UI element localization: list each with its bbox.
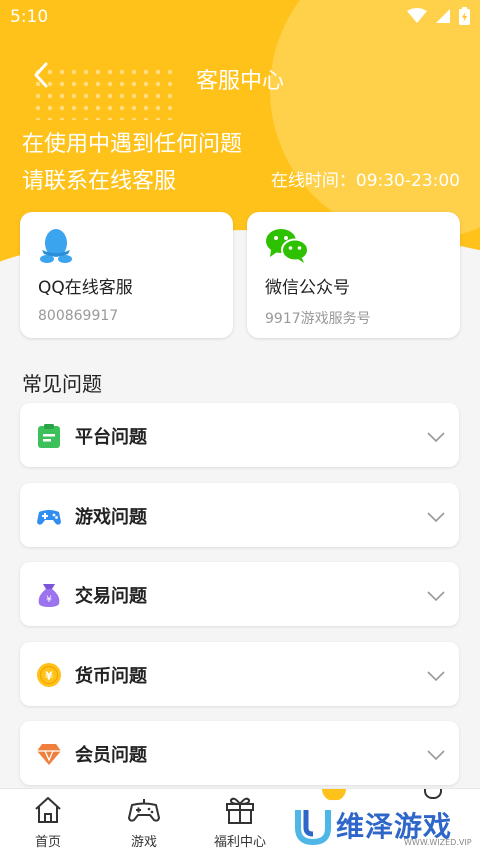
chevron-down-icon	[427, 427, 445, 446]
nav-item-partial-2	[424, 789, 442, 799]
faq-item-label: 游戏问题	[75, 507, 147, 528]
diamond-icon	[36, 741, 62, 767]
home-icon	[8, 793, 88, 827]
faq-item-trade[interactable]: ¥ 交易问题	[20, 562, 459, 626]
faq-item-label: 会员问题	[75, 745, 147, 766]
faq-item-label: 货币问题	[75, 666, 147, 687]
status-bar: 5:10	[0, 0, 480, 34]
nav-label: 福利中心	[213, 835, 266, 850]
battery-icon	[459, 7, 470, 30]
gamepad-icon	[104, 793, 184, 827]
banner-decoration	[270, 0, 480, 240]
chevron-down-icon	[427, 666, 445, 685]
nav-label: 首页	[34, 835, 61, 850]
nav-item-welfare[interactable]: 福利中心	[200, 793, 280, 850]
chevron-down-icon	[427, 745, 445, 764]
qq-icon	[38, 226, 74, 270]
watermark-subtext: WWW.WIZED.VIP	[404, 838, 472, 847]
qq-card-title: QQ在线客服	[38, 278, 133, 298]
faq-item-currency[interactable]: ¥ 货币问题	[20, 642, 459, 706]
watermark-logo-icon	[294, 806, 332, 850]
header-message-line1: 在使用中遇到任何问题	[22, 132, 243, 157]
wechat-card-title: 微信公众号	[265, 278, 350, 298]
faq-item-platform[interactable]: 平台问题	[20, 403, 459, 467]
wechat-account-card[interactable]: 微信公众号 9917游戏服务号	[247, 212, 460, 338]
watermark: 维泽游戏 WWW.WIZED.VIP	[288, 800, 480, 850]
header-message-line2: 请联系在线客服	[22, 169, 177, 194]
chevron-down-icon	[427, 507, 445, 526]
faq-section-title: 常见问题	[22, 372, 102, 396]
wifi-icon	[407, 8, 427, 29]
wechat-card-subtitle: 9917游戏服务号	[265, 311, 371, 327]
gamepad-icon	[36, 503, 62, 529]
status-time: 5:10	[10, 7, 49, 27]
wechat-icon	[265, 226, 309, 268]
nav-item-home[interactable]: 首页	[8, 793, 88, 850]
page-title: 客服中心	[195, 69, 284, 94]
money-bag-icon: ¥	[36, 582, 62, 608]
faq-item-label: 平台问题	[75, 427, 147, 448]
signal-icon	[435, 8, 451, 29]
faq-item-game[interactable]: 游戏问题	[20, 483, 459, 547]
faq-item-label: 交易问题	[75, 586, 147, 607]
nav-item-games[interactable]: 游戏	[104, 793, 184, 850]
service-hours: 在线时间：09:30-23:00	[270, 171, 460, 191]
svg-text:¥: ¥	[46, 595, 52, 605]
qq-service-card[interactable]: QQ在线客服 800869917	[20, 212, 233, 338]
svg-text:¥: ¥	[45, 670, 53, 683]
qq-card-number: 800869917	[38, 308, 119, 324]
faq-item-membership[interactable]: 会员问题	[20, 721, 459, 785]
clipboard-icon	[36, 423, 62, 449]
coin-icon: ¥	[36, 662, 62, 688]
nav-label: 游戏	[130, 835, 157, 850]
chevron-down-icon	[427, 586, 445, 605]
gift-icon	[200, 793, 280, 827]
